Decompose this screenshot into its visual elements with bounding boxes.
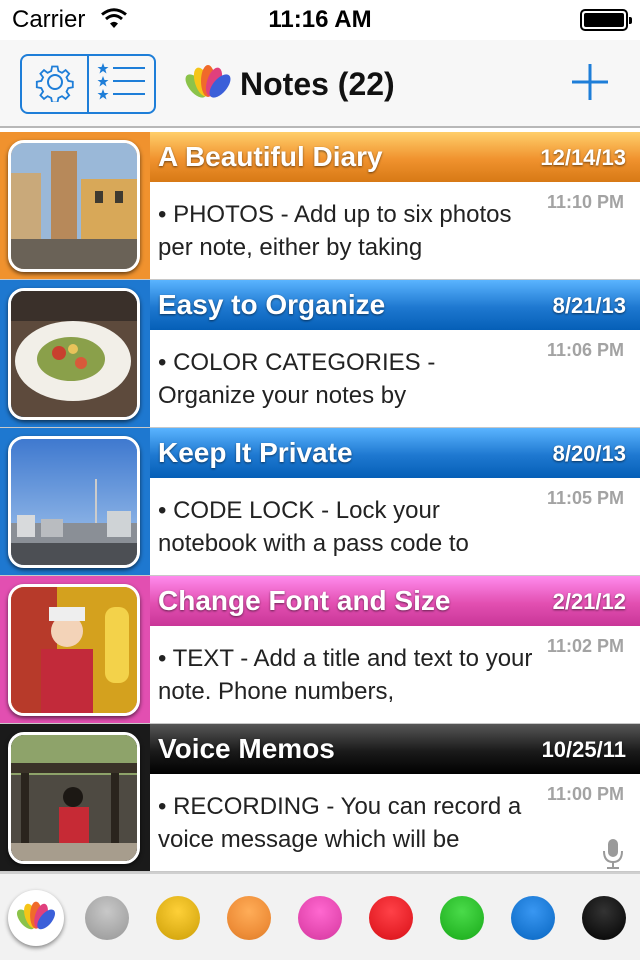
gear-icon <box>35 62 75 107</box>
note-row[interactable]: Easy to Organize 8/21/13 11:06 PM • COLO… <box>0 280 640 428</box>
note-thumbnail <box>8 288 140 420</box>
note-title-bar: A Beautiful Diary 12/14/13 <box>150 132 640 182</box>
note-title: Easy to Organize <box>158 289 386 320</box>
note-preview: • CODE LOCK - Lock your notebook with a … <box>158 497 469 557</box>
note-row[interactable]: Keep It Private 8/20/13 11:05 PM • CODE … <box>0 428 640 576</box>
note-row[interactable]: Voice Memos 10/25/11 11:00 PM • RECORDIN… <box>0 724 640 872</box>
category-pink-button[interactable] <box>298 896 342 940</box>
microphone-icon <box>602 838 624 872</box>
page-title: Notes (22) <box>182 62 395 107</box>
plus-icon <box>568 64 612 108</box>
note-title-bar: Voice Memos 10/25/11 <box>150 724 640 774</box>
note-title: Voice Memos <box>158 733 335 764</box>
note-time: 11:02 PM <box>546 636 624 656</box>
note-time: 11:10 PM <box>546 192 624 212</box>
all-categories-button[interactable] <box>8 890 64 946</box>
category-orange-button[interactable] <box>227 896 271 940</box>
status-bar: Carrier 11:16 AM <box>0 0 640 40</box>
category-red-button[interactable] <box>369 896 413 940</box>
clock: 11:16 AM <box>268 6 372 33</box>
note-title: A Beautiful Diary <box>158 141 383 172</box>
note-time: 11:00 PM <box>546 784 624 804</box>
note-thumbnail <box>8 584 140 716</box>
category-blue-button[interactable] <box>511 896 555 940</box>
app-logo-icon <box>14 898 58 939</box>
add-note-button[interactable] <box>568 60 612 104</box>
settings-button[interactable] <box>22 56 87 112</box>
note-row[interactable]: A Beautiful Diary 12/14/13 11:10 PM • PH… <box>0 132 640 280</box>
battery-icon <box>580 9 632 31</box>
note-thumbnail <box>8 732 140 864</box>
note-date: 2/21/12 <box>552 589 626 614</box>
category-green-button[interactable] <box>440 896 484 940</box>
category-black-button[interactable] <box>582 896 626 940</box>
note-title-bar: Change Font and Size 2/21/12 <box>150 576 640 626</box>
nav-bar: Notes (22) <box>0 40 640 128</box>
note-date: 10/25/11 <box>541 737 626 762</box>
note-title-bar: Keep It Private 8/20/13 <box>150 428 640 478</box>
toolbar-segmented-control <box>20 54 156 114</box>
starred-list-icon <box>97 60 147 109</box>
note-date: 8/20/13 <box>552 441 626 466</box>
category-yellow-button[interactable] <box>156 896 200 940</box>
note-title: Change Font and Size <box>158 585 451 616</box>
note-date: 8/21/13 <box>552 293 626 318</box>
notes-count-title: Notes (22) <box>240 66 395 102</box>
list-view-button[interactable] <box>87 56 154 112</box>
note-row[interactable]: Change Font and Size 2/21/12 11:02 PM • … <box>0 576 640 724</box>
note-time: 11:05 PM <box>546 488 624 508</box>
note-thumbnail <box>8 436 140 568</box>
notes-list[interactable]: A Beautiful Diary 12/14/13 11:10 PM • PH… <box>0 132 640 872</box>
note-thumbnail <box>8 140 140 272</box>
note-preview: • PHOTOS - Add up to six photos per note… <box>158 201 512 261</box>
note-title: Keep It Private <box>158 437 353 468</box>
note-preview: • COLOR CATEGORIES - Organize your notes… <box>158 349 436 409</box>
note-title-bar: Easy to Organize 8/21/13 <box>150 280 640 330</box>
note-date: 12/14/13 <box>540 145 626 170</box>
note-preview: • TEXT - Add a title and text to your no… <box>158 645 533 705</box>
category-gray-button[interactable] <box>85 896 129 940</box>
category-filter-bar <box>0 872 640 960</box>
note-preview: • RECORDING - You can record a voice mes… <box>158 793 522 853</box>
note-time: 11:06 PM <box>546 340 624 360</box>
app-logo-icon <box>182 62 234 107</box>
